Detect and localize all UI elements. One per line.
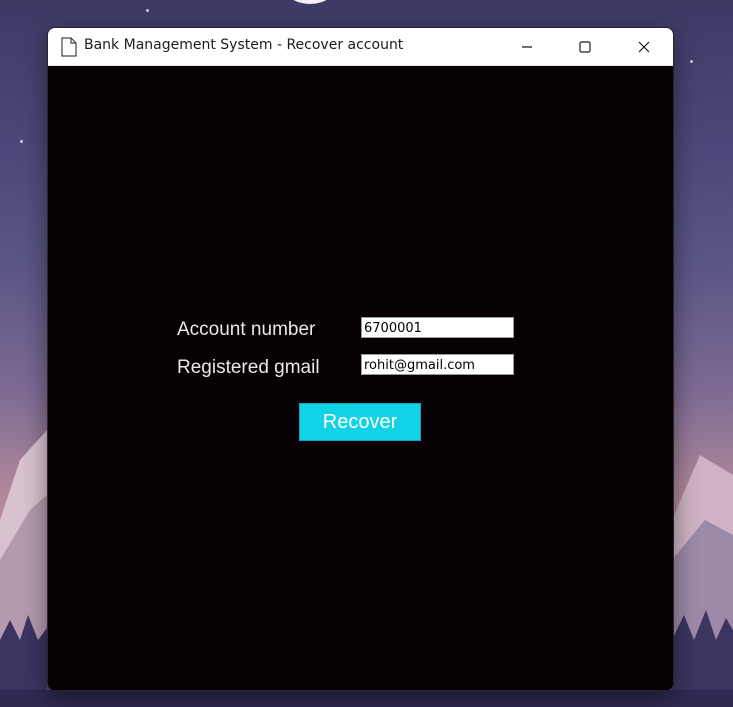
document-icon [61, 37, 77, 57]
maximize-button[interactable] [556, 28, 614, 65]
close-icon [638, 41, 650, 52]
maximize-icon [579, 40, 591, 53]
account-number-label: Account number [177, 319, 316, 340]
desktop-wallpaper: Bank Management System - Recover account… [0, 0, 733, 707]
minimize-button[interactable] [498, 28, 556, 65]
registered-gmail-input[interactable] [361, 354, 514, 375]
window-title: Bank Management System - Recover account [84, 37, 404, 53]
title-bar[interactable]: Bank Management System - Recover account [48, 28, 673, 66]
recover-button[interactable]: Recover [299, 403, 421, 441]
app-window: Bank Management System - Recover account… [47, 27, 674, 691]
registered-gmail-label: Registered gmail [177, 357, 320, 378]
recover-account-form: Account number Registered gmail Recover [48, 66, 673, 690]
account-number-input[interactable] [361, 317, 514, 338]
minimize-icon [522, 45, 532, 48]
close-button[interactable] [615, 28, 673, 65]
